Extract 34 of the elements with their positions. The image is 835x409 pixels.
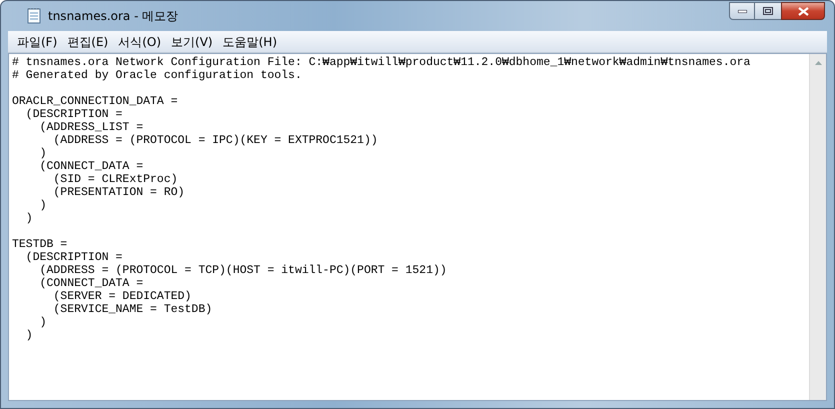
code-line: (ADDRESS = (PROTOCOL = TCP)(HOST = itwill-PC)(PORT = 1521)) xyxy=(38,264,448,277)
code-line: (DESCRIPTION = xyxy=(24,251,124,264)
code-line: (DESCRIPTION = xyxy=(24,108,124,121)
menu-item[interactable]: 보기(V) xyxy=(166,32,218,50)
maximize-button[interactable] xyxy=(755,2,781,20)
maximize-icon xyxy=(763,7,773,15)
code-line: (SERVER = DEDICATED) xyxy=(52,290,192,303)
code-line: ) xyxy=(24,212,34,225)
close-icon xyxy=(798,6,808,16)
window-title: tnsnames.ora - 메모장 xyxy=(48,8,178,25)
minimize-button[interactable] xyxy=(729,2,755,20)
menu-item[interactable]: 파일(F) xyxy=(12,32,62,50)
code-line: # tnsnames.ora Network Configuration File: C:₩app₩itwill₩product₩11.2.0₩dbhome_1₩network₩admin₩tnsnames.ora xyxy=(12,56,752,69)
code-line: (ADDRESS = (PROTOCOL = IPC)(KEY = EXTPROC1521)) xyxy=(52,134,379,147)
menu-item[interactable]: 편집(E) xyxy=(62,32,114,50)
menu-item[interactable]: 도움말(H) xyxy=(218,32,282,50)
code-line: (PRESENTATION = RO) xyxy=(52,186,186,199)
close-button[interactable] xyxy=(781,2,825,20)
code-line: ) xyxy=(38,147,48,160)
code-line: (SID = CLRExtProc) xyxy=(52,173,179,186)
code-line: ) xyxy=(38,199,48,212)
code-line: ) xyxy=(38,316,48,329)
menu-item[interactable]: 서식(O) xyxy=(113,32,166,50)
code-line: (ADDRESS_LIST = xyxy=(38,121,144,134)
notepad-icon xyxy=(26,8,42,24)
code-line: TESTDB = xyxy=(12,238,68,251)
code-line: ) xyxy=(24,329,34,342)
code-line: # Generated by Oracle configuration tools. xyxy=(12,69,303,82)
minimize-icon xyxy=(738,10,746,12)
code-line: (SERVICE_NAME = TestDB) xyxy=(52,303,214,316)
code-line: ORACLR_CONNECTION_DATA = xyxy=(12,95,179,108)
code-line: (CONNECT_DATA = xyxy=(38,160,144,173)
scrollbar[interactable] xyxy=(809,54,826,400)
code-line: (CONNECT_DATA = xyxy=(38,277,144,290)
